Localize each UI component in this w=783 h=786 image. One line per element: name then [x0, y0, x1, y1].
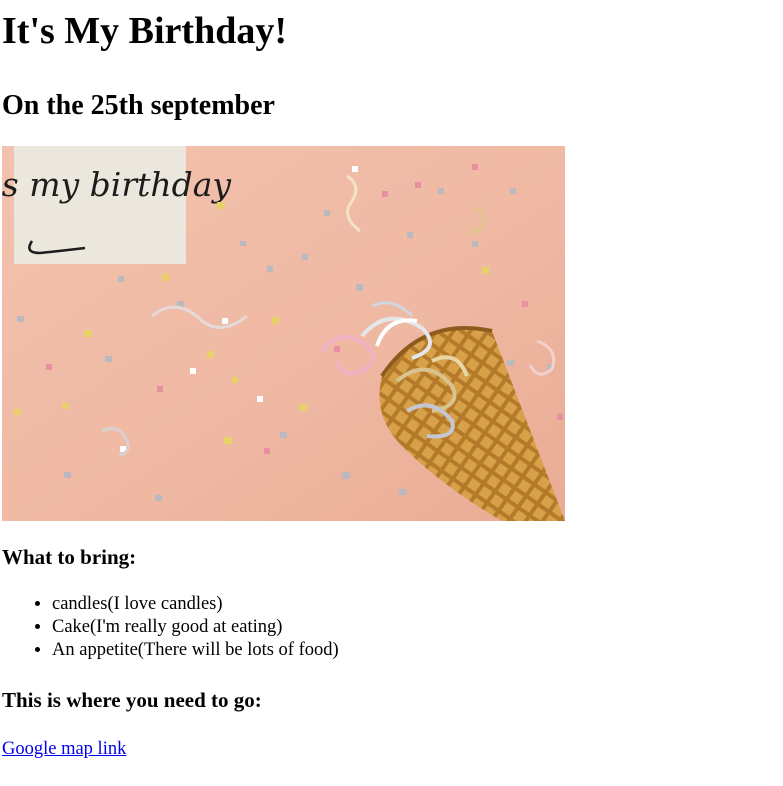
list-item: candles(I love candles)	[52, 593, 565, 616]
bring-heading: What to bring:	[2, 545, 137, 569]
list-item: Cake(I'm really good at eating)	[52, 616, 565, 639]
svg-text:it's my birthday: it's my birthday	[2, 165, 231, 204]
birthday-photo-illustration: it's my birthday	[2, 146, 565, 521]
google-map-link[interactable]: Google map link	[2, 738, 126, 761]
list-item: An appetite(There will be lots of food)	[52, 639, 565, 662]
directions-heading: This is where you need to go:	[2, 688, 262, 712]
bring-list: candles(I love candles) Cake(I'm really …	[2, 593, 565, 662]
page-content: It's My Birthday! On the 25th september …	[2, 0, 565, 761]
page-title: It's My Birthday!	[2, 10, 287, 52]
birthday-photo: it's my birthday	[2, 146, 565, 521]
birthday-card	[14, 146, 186, 264]
page-subtitle: On the 25th september	[2, 90, 275, 121]
